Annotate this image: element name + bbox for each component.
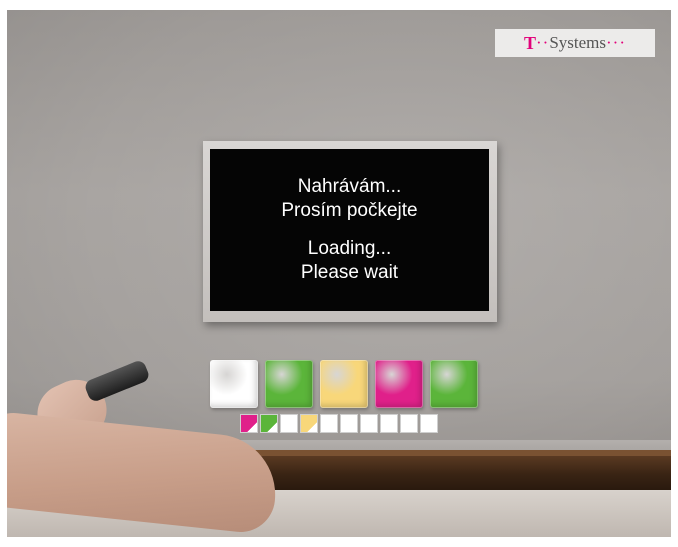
progress-cell — [300, 414, 318, 433]
logo-name: Systems — [549, 33, 607, 52]
color-tile-green-2 — [430, 360, 478, 408]
wait-text-en: Please wait — [300, 262, 399, 283]
progress-cell — [280, 414, 298, 433]
wait-text-cz: Prosím počkejte — [281, 200, 418, 221]
t-systems-logo: T ·· Systems ··· — [495, 29, 655, 57]
color-tile-green — [265, 360, 313, 408]
progress-cell — [360, 414, 378, 433]
color-tile-white — [210, 360, 258, 408]
progress-cell — [380, 414, 398, 433]
loading-screen: Nahrávám... Prosím počkejte Loading... P… — [210, 149, 489, 311]
logo-dots-right: ··· — [606, 33, 626, 52]
logo-t: T — [523, 32, 536, 53]
tv-frame: Nahrávám... Prosím počkejte Loading... P… — [203, 141, 497, 322]
progress-cell — [240, 414, 258, 433]
progress-cell — [400, 414, 418, 433]
loading-text-cz: Nahrávám... — [297, 176, 402, 197]
progress-cell — [420, 414, 438, 433]
loading-text-en: Loading... — [307, 238, 392, 259]
progress-cell — [260, 414, 278, 433]
tv-background-scene: T ·· Systems ··· Nahrávám... Prosím počk… — [7, 10, 671, 537]
color-tile-yellow — [320, 360, 368, 408]
loading-progress-bar — [240, 414, 438, 433]
color-tile-magenta — [375, 360, 423, 408]
progress-cell — [320, 414, 338, 433]
logo-dots-left: ·· — [536, 33, 550, 52]
progress-cell — [340, 414, 358, 433]
